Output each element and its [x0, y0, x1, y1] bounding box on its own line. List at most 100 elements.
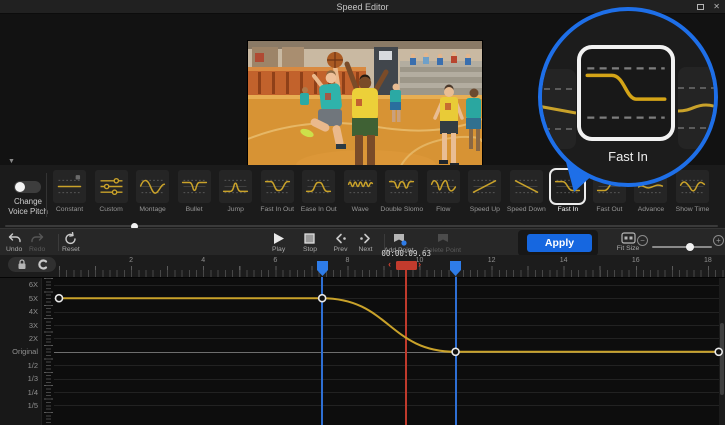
delete-point-icon [434, 232, 452, 246]
speed-label: 1/3 [0, 374, 38, 383]
preset-jump[interactable]: Jump [216, 170, 255, 213]
undo-button[interactable]: Undo [6, 232, 22, 253]
voice-pitch-toggle[interactable] [14, 181, 41, 193]
speed-label: 1/5 [0, 401, 38, 410]
gridline [54, 379, 719, 380]
preset-montage[interactable]: Montage [133, 170, 172, 213]
curve-point[interactable] [452, 348, 459, 355]
magnet-icon[interactable] [36, 259, 48, 270]
stop-icon [303, 232, 316, 245]
maximize-icon[interactable] [697, 4, 704, 10]
prev-button[interactable]: Prev [333, 232, 348, 253]
playhead-line[interactable] [405, 270, 407, 425]
playhead-timecode: 00:00:09.63 [371, 249, 441, 258]
toolbar: Undo Redo Reset Play Stop Prev Next [0, 228, 725, 255]
reset-button[interactable]: Reset [62, 232, 80, 253]
timeline-ruler[interactable]: 24681012141618 [0, 255, 725, 278]
preset-label: Advance [638, 206, 664, 213]
zoom-slider-track[interactable] [652, 246, 712, 248]
curve-point[interactable] [319, 295, 326, 302]
gridline [54, 352, 719, 353]
zoom-out-icon[interactable]: − [637, 235, 648, 246]
preset-speed-up[interactable]: Speed Up [465, 170, 504, 213]
preset-fast-in-out[interactable]: Fast In Out [258, 170, 297, 213]
add-point-icon [390, 232, 408, 246]
reset-icon [63, 232, 78, 245]
bullet-curve-icon [178, 170, 211, 203]
speed-graph[interactable]: 6X5X4X3X2XOriginal1/21/31/41/5 [0, 278, 725, 425]
preset-custom[interactable]: Custom [92, 170, 131, 213]
apply-button[interactable]: Apply [527, 234, 592, 252]
preset-ease-in-out[interactable]: Ease In Out [299, 170, 338, 213]
flow-curve-icon [427, 170, 460, 203]
speed-up-curve-icon [468, 170, 501, 203]
preset-label: Flow [436, 206, 450, 213]
preset-label: Show Time [676, 206, 710, 213]
play-button[interactable]: Play [272, 232, 285, 253]
presets-scrollbar[interactable] [5, 225, 718, 227]
toggle-knob [15, 182, 25, 192]
playhead-right-arrow-icon[interactable]: › [418, 259, 421, 270]
gridline [54, 285, 719, 286]
playhead-handle[interactable] [396, 261, 417, 270]
preset-wave[interactable]: Wave [341, 170, 380, 213]
preset-label: Jump [227, 206, 244, 213]
preset-show-time[interactable]: Show Time [673, 170, 712, 213]
play-icon [272, 232, 285, 245]
preset-label: Custom [99, 206, 122, 213]
gridline [54, 325, 719, 326]
curve-point[interactable] [715, 348, 722, 355]
ruler-number: 18 [700, 257, 716, 264]
curve-point[interactable] [56, 295, 63, 302]
double-slomo-curve-icon [385, 170, 418, 203]
speed-label: 1/4 [0, 388, 38, 397]
gridline [54, 312, 719, 313]
fit-size-icon [621, 232, 636, 244]
speed-label: Original [0, 347, 38, 356]
ruler-number: 6 [267, 257, 283, 264]
keyframe-marker[interactable] [450, 261, 461, 282]
stop-button[interactable]: Stop [303, 232, 317, 253]
preset-label: Bullet [186, 206, 203, 213]
speed-editor-window: Speed Editor ✕ [0, 0, 725, 425]
window-controls: ✕ [697, 0, 720, 14]
divider [58, 234, 59, 251]
zoom-slider-knob[interactable] [686, 243, 694, 251]
collapse-arrow-icon[interactable]: ▼ [8, 158, 15, 165]
montage-curve-icon [136, 170, 169, 203]
keyframe-marker[interactable] [317, 261, 328, 282]
preset-bullet[interactable]: Bullet [175, 170, 214, 213]
preset-flow[interactable]: Flow [424, 170, 463, 213]
magnified-fast-in-thumbnail [577, 45, 675, 141]
speed-label: 2X [0, 334, 38, 343]
magnified-neighbor-left [538, 69, 576, 149]
ruler-number: 16 [628, 257, 644, 264]
close-icon[interactable]: ✕ [713, 3, 720, 11]
window-title: Speed Editor [336, 2, 388, 12]
preset-speed-down[interactable]: Speed Down [507, 170, 546, 213]
prev-icon [333, 232, 348, 245]
preset-label: Speed Down [507, 206, 546, 213]
preset-double-slomo[interactable]: Double Slomo [382, 170, 421, 213]
speed-label: 5X [0, 294, 38, 303]
basketball-scene [248, 41, 482, 172]
speed-label: 6X [0, 280, 38, 289]
ruler-ticks-minor [59, 270, 725, 277]
gridline [54, 338, 719, 339]
preset-label: Ease In Out [301, 206, 337, 213]
next-icon [358, 232, 373, 245]
gridline [54, 392, 719, 393]
preset-constant[interactable]: Constant [50, 170, 89, 213]
graph-scrollbar-thumb[interactable] [720, 323, 724, 395]
lock-icon[interactable] [16, 259, 28, 270]
preset-label: Speed Up [470, 206, 500, 213]
jump-curve-icon [219, 170, 252, 203]
playhead-left-arrow-icon[interactable]: ‹ [388, 259, 391, 270]
zoom-in-icon[interactable]: + [713, 235, 724, 246]
speed-label: 1/2 [0, 361, 38, 370]
timeline-tools [8, 257, 56, 272]
preset-label: Constant [56, 206, 83, 213]
preset-label: Fast Out [596, 206, 622, 213]
ruler-number: 14 [556, 257, 572, 264]
redo-button[interactable]: Redo [29, 232, 45, 253]
